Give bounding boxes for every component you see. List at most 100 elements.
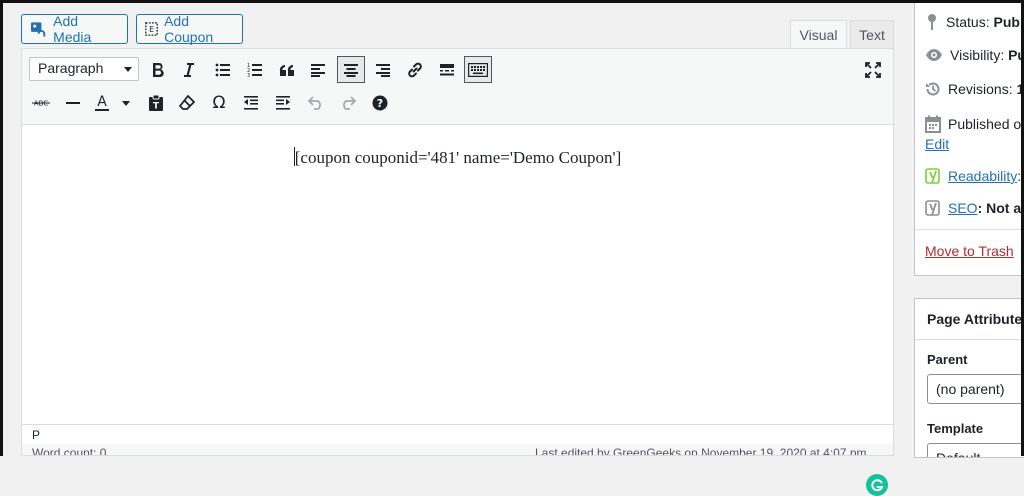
horizontal-line-icon <box>66 102 80 104</box>
toolbar-toggle-icon <box>468 62 488 77</box>
outdent-icon <box>244 96 258 110</box>
visibility-row: Visibility: Pu <box>925 47 1024 63</box>
media-icon <box>30 22 46 37</box>
toolbar-toggle-button[interactable] <box>464 56 492 83</box>
format-select-value: Paragraph <box>38 60 104 76</box>
content-paragraph: [coupon couponid='481' name='Demo Coupon… <box>22 147 893 168</box>
svg-text:T: T <box>153 102 160 112</box>
text-color-icon: A <box>95 94 130 111</box>
page-attributes-title[interactable]: Page Attribute <box>927 311 1022 327</box>
horizontal-line-button[interactable] <box>60 90 86 116</box>
visibility-label: Visibility: <box>950 47 1005 63</box>
coupon-icon: E <box>145 22 158 36</box>
post-status-info: Word count: 0 Last edited by GreenGeeks … <box>21 444 894 456</box>
help-button[interactable]: ? <box>367 90 393 116</box>
align-center-button[interactable] <box>337 56 365 83</box>
editor-content[interactable]: [coupon couponid='481' name='Demo Coupon… <box>22 125 893 496</box>
add-coupon-label: Add Coupon <box>164 13 214 45</box>
redo-button[interactable] <box>335 90 361 116</box>
paste-as-text-button[interactable]: T <box>143 90 169 116</box>
status-row: Status: Pub <box>925 13 1020 31</box>
pin-icon <box>928 14 936 30</box>
revisions-label: Revisions: <box>948 81 1013 97</box>
seo-link[interactable]: SEO <box>948 200 978 216</box>
bulleted-list-button[interactable] <box>210 57 236 83</box>
classic-editor: Paragraph 123 A T Ω ? [coupon couponid='… <box>21 48 894 496</box>
parent-label: Parent <box>927 352 968 367</box>
readability-row: Readability: <box>925 167 1021 185</box>
editor-toolbar: Paragraph 123 A T Ω ? <box>22 49 893 125</box>
bulleted-list-icon <box>215 63 230 77</box>
text-color-button[interactable]: A <box>92 90 132 116</box>
revisions-value: 1 <box>1016 81 1024 97</box>
element-path-bar: P <box>22 424 893 444</box>
last-edited: Last edited by GreenGeeks on November 19… <box>535 446 867 456</box>
eye-icon <box>926 49 942 61</box>
align-left-button[interactable] <box>305 57 331 83</box>
undo-button[interactable] <box>303 90 329 116</box>
align-left-icon <box>311 64 325 77</box>
move-to-trash-link[interactable]: Move to Trash <box>925 243 1014 259</box>
blockquote-button[interactable] <box>274 57 300 83</box>
parent-select[interactable]: (no parent) <box>927 374 1024 404</box>
edit-date-row: Edit <box>925 136 949 152</box>
trash-row: Move to Trash <box>925 243 1014 259</box>
outdent-button[interactable] <box>238 90 264 116</box>
published-label: Published o <box>948 116 1022 132</box>
template-label: Template <box>927 421 984 436</box>
special-character-icon: Ω <box>212 93 226 113</box>
publish-divider <box>915 229 1024 230</box>
tab-text[interactable]: Text <box>850 20 894 49</box>
status-value: Pub <box>993 14 1020 30</box>
svg-text:E: E <box>149 25 154 34</box>
format-select[interactable]: Paragraph <box>29 57 139 81</box>
link-icon <box>408 62 422 78</box>
italic-icon <box>184 63 194 77</box>
svg-text:?: ? <box>377 97 383 110</box>
add-media-button[interactable]: Add Media <box>21 13 128 45</box>
indent-button[interactable] <box>270 90 296 116</box>
italic-button[interactable] <box>176 57 202 83</box>
element-path[interactable]: P <box>32 428 40 442</box>
calendar-icon <box>925 115 941 133</box>
numbered-list-icon: 123 <box>247 63 262 78</box>
svg-text:3: 3 <box>247 73 250 78</box>
seo-value: : Not av <box>977 200 1024 216</box>
bold-icon <box>153 63 164 78</box>
align-right-icon <box>376 64 390 77</box>
align-right-button[interactable] <box>370 57 396 83</box>
fullscreen-icon <box>865 62 881 78</box>
align-center-icon <box>344 63 358 77</box>
read-more-button[interactable] <box>434 57 460 83</box>
readability-link[interactable]: Readability <box>948 168 1017 184</box>
grammarly-icon <box>871 479 884 492</box>
paste-as-text-icon: T <box>149 94 163 112</box>
fullscreen-button[interactable] <box>860 57 886 83</box>
special-character-button[interactable]: Ω <box>206 90 232 116</box>
strikethrough-icon: ABC <box>32 100 50 108</box>
grammarly-button[interactable] <box>866 474 888 496</box>
tab-visual[interactable]: Visual <box>790 20 847 49</box>
history-icon <box>926 82 940 96</box>
help-icon: ? <box>372 95 388 111</box>
readability-suffix: : <box>1017 168 1022 184</box>
edit-date-link[interactable]: Edit <box>925 136 949 152</box>
page-attributes-box: Page Attribute Parent (no parent) Templa… <box>914 298 1024 458</box>
clear-formatting-button[interactable] <box>174 90 200 116</box>
published-row: Published o <box>925 115 1021 133</box>
chevron-down-icon <box>124 67 132 72</box>
bold-button[interactable] <box>145 57 171 83</box>
word-count: Word count: 0 <box>32 446 107 456</box>
add-media-label: Add Media <box>53 13 92 45</box>
indent-icon <box>276 96 290 110</box>
revisions-row: Revisions: 1 <box>925 81 1024 97</box>
publish-box: Status: Pub Visibility: Pu Revisions: 1 … <box>914 0 1024 276</box>
link-button[interactable] <box>402 57 428 83</box>
numbered-list-button[interactable]: 123 <box>242 57 268 83</box>
strikethrough-button[interactable]: ABC <box>28 90 54 116</box>
status-label: Status: <box>946 14 990 30</box>
shortcode-text: [coupon couponid='481' name='Demo Coupon… <box>294 148 622 167</box>
seo-row: SEO: Not av <box>925 199 1024 217</box>
blockquote-icon <box>279 64 294 76</box>
add-coupon-button[interactable]: E Add Coupon <box>136 13 243 45</box>
